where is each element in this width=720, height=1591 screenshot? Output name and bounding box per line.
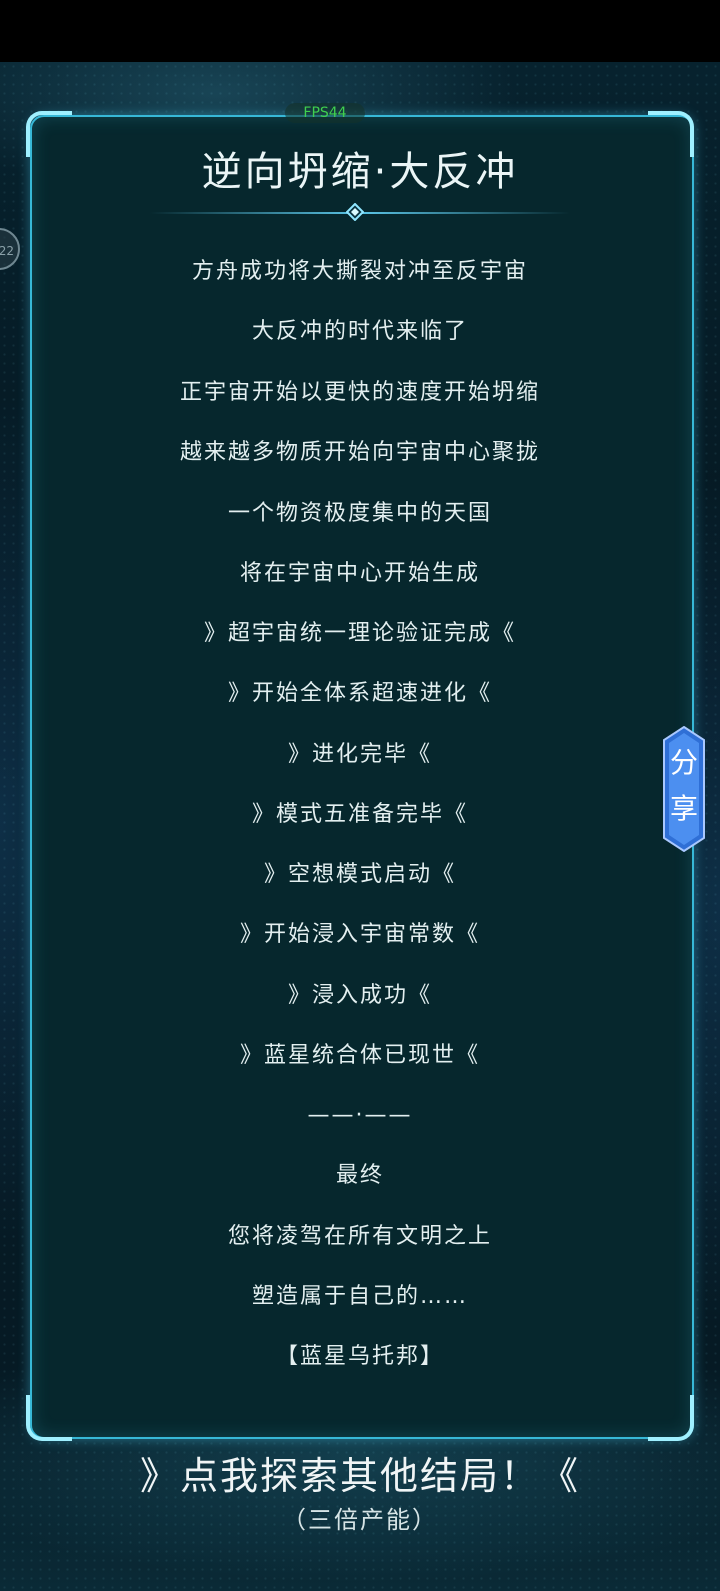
story-line: 塑造属于自己的…… bbox=[251, 1284, 468, 1309]
explore-button-subtitle[interactable]: （三倍产能） bbox=[0, 1503, 720, 1537]
story-line: 》蓝星统合体已现世《 bbox=[239, 1043, 480, 1068]
story-line: 一个物资极度集中的天国 bbox=[227, 501, 492, 526]
story-line: 大反冲的时代来临了 bbox=[251, 319, 468, 344]
story-line: 》模式五准备完毕《 bbox=[251, 802, 468, 827]
story-line: 》开始全体系超速进化《 bbox=[227, 681, 492, 706]
status-bar bbox=[0, 0, 720, 62]
story-line: 将在宇宙中心开始生成 bbox=[239, 561, 480, 586]
story-line: 》超宇宙统一理论验证完成《 bbox=[203, 621, 516, 646]
story-line: 越来越多物质开始向宇宙中心聚拢 bbox=[179, 440, 540, 465]
story-line: 方舟成功将大撕裂对冲至反宇宙 bbox=[191, 259, 528, 284]
story-line: 最终 bbox=[335, 1163, 384, 1188]
story-line: 您将凌驾在所有文明之上 bbox=[227, 1224, 492, 1249]
frame-corner-bottom-left bbox=[26, 1395, 72, 1441]
story-line: 》浸入成功《 bbox=[287, 983, 432, 1008]
fps-counter: FPS44 bbox=[285, 103, 365, 123]
diamond-icon bbox=[346, 203, 364, 221]
story-line: 》空想模式启动《 bbox=[263, 862, 456, 887]
explore-other-endings-button[interactable]: 》点我探索其他结局！《 bbox=[0, 1448, 720, 1504]
frame-corner-bottom-right bbox=[648, 1395, 694, 1441]
story-line: 》进化完毕《 bbox=[287, 742, 432, 767]
ending-name: 【蓝星乌托邦】 bbox=[275, 1344, 444, 1369]
section-divider: ——·—— bbox=[307, 1103, 413, 1128]
ending-title: 逆向坍缩·大反冲 bbox=[201, 149, 519, 195]
share-label[interactable]: 分 享 bbox=[663, 740, 705, 832]
story-line: 》开始浸入宇宙常数《 bbox=[239, 922, 480, 947]
story-line: 正宇宙开始以更快的速度开始坍缩 bbox=[179, 380, 540, 405]
